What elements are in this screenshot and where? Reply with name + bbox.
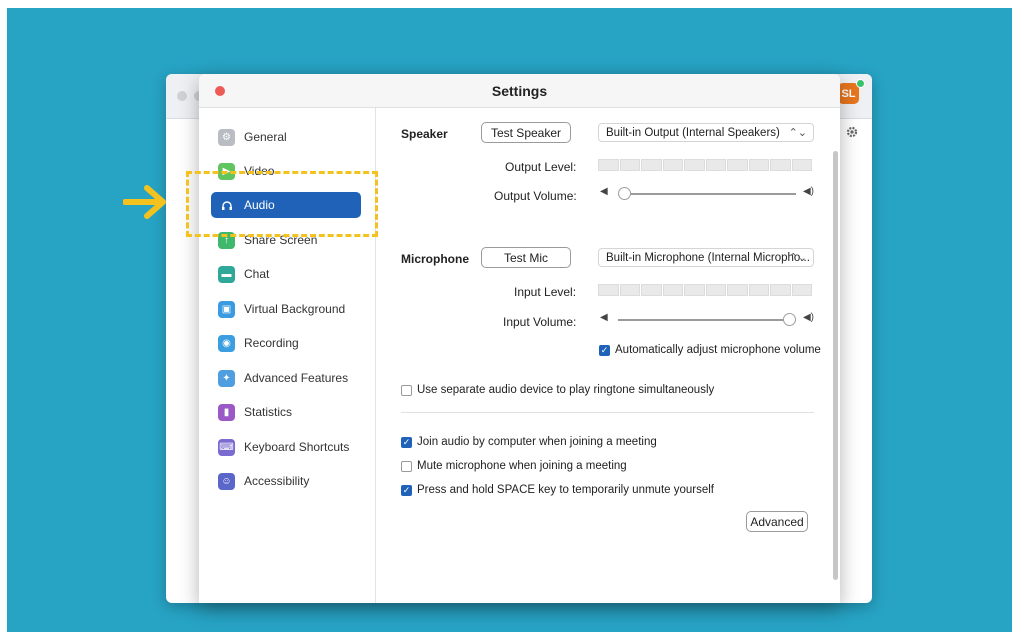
divider — [401, 412, 814, 413]
online-status-dot — [856, 79, 865, 88]
bar-chart-icon: ▮ — [218, 403, 235, 421]
audio-highlight-box — [186, 171, 378, 237]
slider-track — [618, 319, 796, 321]
accessibility-icon: ☺ — [218, 472, 235, 490]
checkbox-label: Join audio by computer when joining a me… — [417, 436, 657, 448]
checkbox-checked-icon: ✓ — [599, 344, 610, 356]
checkbox-label: Automatically adjust microphone volume — [615, 344, 821, 356]
checkbox-label: Use separate audio device to play ringto… — [417, 384, 715, 396]
speaker-device-select[interactable]: Built-in Output (Internal Speakers) ⌃⌄ — [598, 123, 814, 142]
settings-window: Settings ⚙ General ▶ Video Audio ↑ Share… — [199, 74, 840, 603]
sidebar-item-recording[interactable]: ◉ Recording — [211, 330, 361, 356]
output-volume-label: Output Volume: — [494, 189, 577, 203]
test-speaker-button[interactable]: Test Speaker — [481, 122, 571, 143]
gear-icon: ⚙ — [218, 128, 235, 146]
auto-adjust-mic-checkbox[interactable]: ✓ Automatically adjust microphone volume — [599, 344, 821, 356]
sidebar-item-statistics[interactable]: ▮ Statistics — [211, 399, 361, 425]
slider-thumb[interactable] — [783, 313, 796, 326]
sidebar-item-chat[interactable]: ▬ Chat — [211, 261, 361, 287]
separate-ringtone-device-checkbox[interactable]: Use separate audio device to play ringto… — [401, 384, 714, 396]
avatar[interactable]: SL — [838, 83, 859, 104]
mute-mic-on-join-checkbox[interactable]: Mute microphone when joining a meeting — [401, 460, 627, 472]
sidebar-item-label: Recording — [244, 336, 299, 350]
sidebar-item-label: Accessibility — [244, 474, 310, 488]
sidebar-item-general[interactable]: ⚙ General — [211, 124, 361, 150]
speaker-section-label: Speaker — [401, 127, 448, 141]
space-to-unmute-checkbox[interactable]: ✓ Press and hold SPACE key to temporaril… — [401, 484, 714, 496]
checkbox-checked-icon: ✓ — [401, 484, 412, 496]
input-level-label: Input Level: — [514, 285, 577, 299]
output-level-meter — [598, 159, 812, 171]
input-volume-slider[interactable]: ◀ ◀) — [600, 312, 814, 327]
microphone-device-select[interactable]: Built-in Microphone (Internal Micropho..… — [598, 248, 814, 267]
speaker-device-value: Built-in Output (Internal Speakers) — [606, 126, 780, 139]
gear-icon[interactable] — [845, 125, 859, 139]
microphone-section-label: Microphone — [401, 252, 469, 266]
slider-thumb[interactable] — [618, 187, 631, 200]
arrow-right-icon — [123, 185, 166, 219]
output-volume-slider[interactable]: ◀ ◀) — [600, 186, 814, 201]
slider-track — [618, 193, 796, 195]
test-mic-button[interactable]: Test Mic — [481, 247, 571, 268]
chevron-updown-icon: ⌃⌄ — [788, 127, 807, 139]
sidebar-item-label: Advanced Features — [244, 371, 349, 385]
input-volume-label: Input Volume: — [503, 315, 577, 329]
join-audio-by-computer-checkbox[interactable]: ✓ Join audio by computer when joining a … — [401, 436, 657, 448]
chat-bubble-icon: ▬ — [218, 265, 235, 283]
scrollbar[interactable] — [833, 151, 838, 580]
chevron-updown-icon: ⌃⌄ — [788, 252, 807, 264]
volume-low-icon: ◀ — [600, 186, 608, 197]
sidebar-item-label: General — [244, 130, 287, 144]
checkbox-unchecked-icon — [401, 384, 412, 396]
settings-titlebar: Settings — [199, 74, 840, 108]
sidebar-item-label: Statistics — [244, 405, 293, 419]
output-level-label: Output Level: — [505, 160, 577, 174]
checkbox-label: Press and hold SPACE key to temporarily … — [417, 484, 715, 496]
input-level-meter — [598, 284, 812, 296]
person-portrait-icon: ▣ — [218, 300, 235, 318]
sidebar-item-virtual-background[interactable]: ▣ Virtual Background — [211, 296, 361, 322]
sidebar-item-keyboard-shortcuts[interactable]: ⌨ Keyboard Shortcuts — [211, 434, 361, 460]
sidebar-item-label: Keyboard Shortcuts — [244, 440, 350, 454]
checkbox-label: Mute microphone when joining a meeting — [417, 460, 627, 472]
volume-high-icon: ◀) — [802, 186, 814, 197]
sidebar-item-label: Virtual Background — [244, 302, 346, 316]
sidebar-item-advanced-features[interactable]: ✦ Advanced Features — [211, 365, 361, 391]
volume-low-icon: ◀ — [600, 312, 608, 323]
audio-settings-panel: Speaker Test Speaker Built-in Output (In… — [376, 108, 840, 603]
checkbox-checked-icon: ✓ — [401, 436, 412, 448]
advanced-button[interactable]: Advanced — [746, 511, 808, 532]
window-title: Settings — [491, 83, 548, 99]
volume-high-icon: ◀) — [802, 312, 814, 323]
microphone-device-value: Built-in Microphone (Internal Micropho..… — [606, 251, 810, 264]
checkbox-unchecked-icon — [401, 460, 412, 472]
keyboard-icon: ⌨ — [218, 438, 235, 456]
sidebar-item-accessibility[interactable]: ☺ Accessibility — [211, 468, 361, 494]
sparkles-icon: ✦ — [218, 369, 235, 387]
record-icon: ◉ — [218, 334, 235, 352]
sidebar-item-label: Chat — [244, 267, 270, 281]
